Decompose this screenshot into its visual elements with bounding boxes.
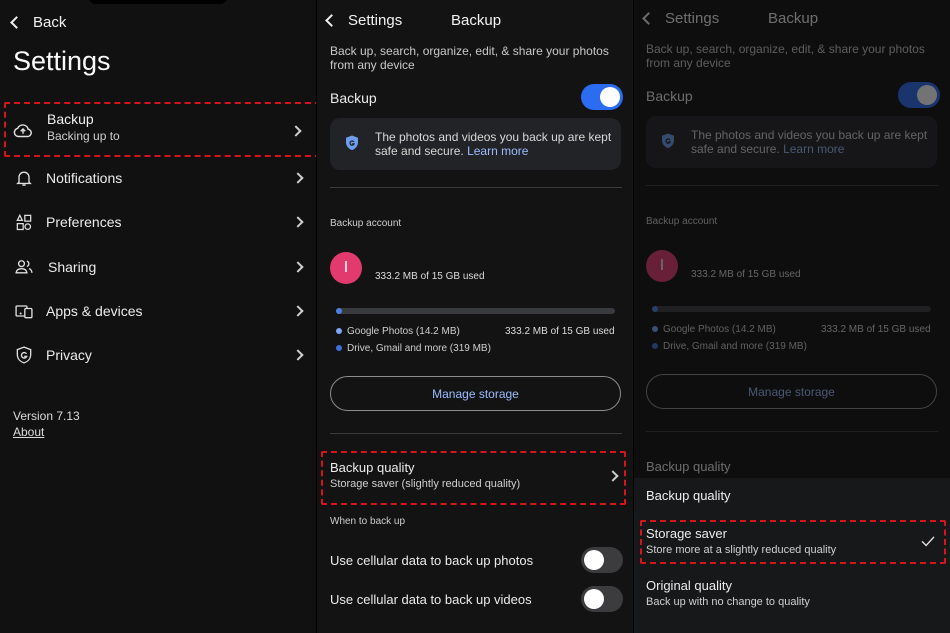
preferences-label: Preferences xyxy=(46,214,122,230)
backup-toggle-label: Backup xyxy=(646,88,693,104)
people-icon xyxy=(15,260,33,274)
cellular-videos-toggle[interactable] xyxy=(581,586,623,612)
avatar: I xyxy=(330,252,362,284)
chevron-left-icon xyxy=(325,14,338,27)
settings-item-privacy[interactable]: Privacy xyxy=(0,333,316,377)
backup-quality-screen: Settings Backup Back up, search, organiz… xyxy=(634,0,950,633)
legend-dot xyxy=(336,345,342,352)
settings-item-apps-devices[interactable]: Apps & devices xyxy=(0,289,316,333)
chevron-right-icon xyxy=(292,216,304,228)
shield-icon xyxy=(346,135,358,151)
storage-bar-fill xyxy=(336,308,342,314)
highlight-box-backup xyxy=(4,102,316,157)
backup-account-header: Backup account xyxy=(330,218,402,229)
sharing-label: Sharing xyxy=(48,259,97,275)
learn-more-link[interactable]: Learn more xyxy=(783,142,844,156)
backup-quality-sheet: Backup quality Storage saver Store more … xyxy=(634,478,950,633)
highlight-box-quality xyxy=(321,451,626,505)
camera-notch xyxy=(88,0,228,4)
backup-screen: Settings Backup Back up, search, organiz… xyxy=(317,0,633,633)
cellular-photos-label: Use cellular data to back up photos xyxy=(330,553,534,568)
cellular-photos-toggle[interactable] xyxy=(581,547,623,573)
security-info-box: The photos and videos you back up are ke… xyxy=(330,118,621,170)
settings-item-sharing[interactable]: Sharing xyxy=(0,245,316,289)
chevron-left-icon xyxy=(642,12,655,25)
divider xyxy=(646,185,938,186)
security-info-text: The photos and videos you back up are ke… xyxy=(691,128,931,156)
backup-toggle-label: Backup xyxy=(330,90,377,106)
storage-bar xyxy=(652,306,931,312)
sheet-title: Backup quality xyxy=(646,488,731,503)
page-title: Backup xyxy=(451,12,502,29)
storage-used-summary: 333.2 MB of 15 GB used xyxy=(821,324,931,335)
backup-toggle[interactable] xyxy=(581,84,623,110)
divider xyxy=(330,433,622,434)
when-to-back-up-header: When to back up xyxy=(330,516,406,527)
storage-bar xyxy=(336,308,615,314)
divider xyxy=(330,187,622,188)
privacy-label: Privacy xyxy=(46,347,92,363)
legend-dot xyxy=(652,326,658,333)
security-info-text: The photos and videos you back up are ke… xyxy=(375,130,615,158)
manage-storage-button[interactable]: Manage storage xyxy=(330,376,621,411)
page-title: Settings xyxy=(13,46,111,76)
security-info-box: The photos and videos you back up are ke… xyxy=(646,116,937,168)
shield-g-icon xyxy=(16,346,32,364)
avatar: I xyxy=(646,250,678,282)
notifications-label: Notifications xyxy=(46,170,123,186)
shield-icon xyxy=(662,133,674,149)
legend-google-photos: Google Photos (14.2 MB) xyxy=(336,326,460,337)
legend-google-photos: Google Photos (14.2 MB) xyxy=(652,324,776,335)
backup-toggle[interactable] xyxy=(898,82,940,108)
manage-storage-button[interactable]: Manage storage xyxy=(646,374,937,409)
cellular-videos-label: Use cellular data to back up videos xyxy=(330,592,532,607)
highlight-box-storage-saver xyxy=(640,520,946,564)
chevron-right-icon xyxy=(292,172,304,184)
legend-dot xyxy=(652,343,658,350)
storage-used-text: 333.2 MB of 15 GB used xyxy=(375,271,485,282)
legend-drive-gmail: Drive, Gmail and more (319 MB) xyxy=(652,341,807,352)
back-to-settings-button[interactable]: Settings xyxy=(640,10,719,27)
settings-item-notifications[interactable]: Notifications xyxy=(0,156,316,200)
option-original-quality[interactable]: Original quality Back up with no change … xyxy=(634,574,950,614)
backup-description: Back up, search, organize, edit, & share… xyxy=(646,42,925,70)
settings-screen: Back Settings Backup Backing up to Notif… xyxy=(0,0,316,633)
back-label: Settings xyxy=(665,10,720,27)
backup-description: Back up, search, organize, edit, & share… xyxy=(330,44,609,72)
shapes-icon xyxy=(16,213,32,231)
backup-quality-title: Backup quality xyxy=(646,459,731,474)
bell-icon xyxy=(16,171,32,186)
version-text: Version 7.13 xyxy=(13,409,80,423)
devices-icon xyxy=(15,305,33,319)
about-link[interactable]: About xyxy=(13,425,44,439)
chevron-left-icon xyxy=(10,16,23,29)
option-subtitle: Back up with no change to quality xyxy=(646,596,810,608)
chevron-right-icon xyxy=(292,305,304,317)
chevron-right-icon xyxy=(292,261,304,273)
legend-dot xyxy=(336,328,342,335)
page-title: Backup xyxy=(768,10,819,27)
apps-devices-label: Apps & devices xyxy=(46,303,143,319)
settings-item-preferences[interactable]: Preferences xyxy=(0,200,316,244)
storage-used-summary: 333.2 MB of 15 GB used xyxy=(505,326,615,337)
back-label: Back xyxy=(33,14,67,31)
learn-more-link[interactable]: Learn more xyxy=(467,144,528,158)
chevron-right-icon xyxy=(292,349,304,361)
backup-account-header: Backup account xyxy=(646,216,718,227)
option-title: Original quality xyxy=(646,578,732,593)
divider xyxy=(646,431,938,432)
storage-used-text: 333.2 MB of 15 GB used xyxy=(691,269,801,280)
storage-bar-fill xyxy=(652,306,658,312)
back-button[interactable]: Back xyxy=(8,14,66,31)
back-to-settings-button[interactable]: Settings xyxy=(323,12,402,29)
back-label: Settings xyxy=(348,12,403,29)
legend-drive-gmail: Drive, Gmail and more (319 MB) xyxy=(336,343,491,354)
